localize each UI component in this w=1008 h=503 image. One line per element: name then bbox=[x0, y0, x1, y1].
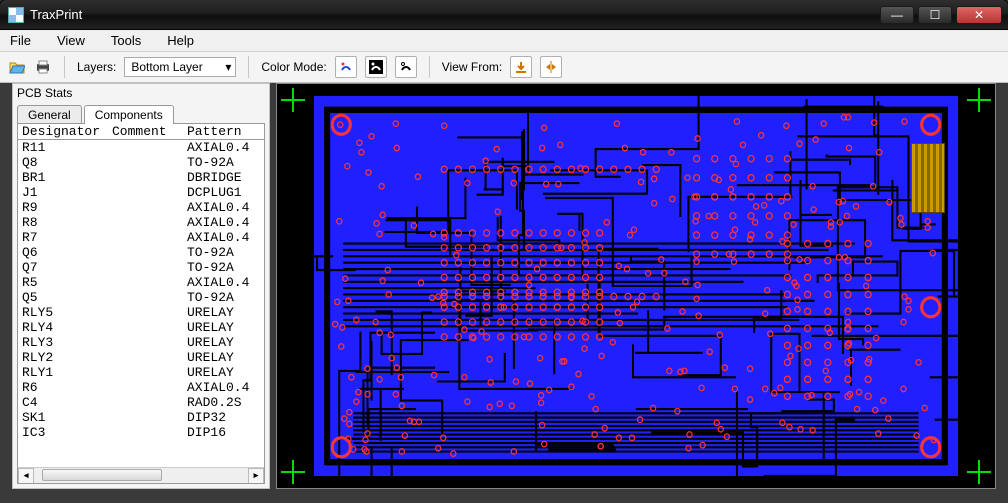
window-title: TraxPrint bbox=[30, 7, 82, 22]
pcb-stats-panel: PCB Stats General Components Designator … bbox=[12, 83, 270, 489]
origin-marker-bl bbox=[281, 460, 305, 484]
table-row[interactable]: R6AXIAL0.4 bbox=[18, 380, 264, 395]
scroll-right-arrow[interactable]: ▸ bbox=[248, 468, 264, 484]
titlebar: TraxPrint — ☐ ✕ bbox=[0, 0, 1008, 30]
tab-components[interactable]: Components bbox=[84, 105, 174, 124]
minimize-button[interactable]: — bbox=[880, 6, 914, 24]
table-row[interactable]: RLY3URELAY bbox=[18, 335, 264, 350]
view-from-label: View From: bbox=[442, 60, 502, 74]
col-pattern[interactable]: Pattern bbox=[187, 124, 260, 139]
pcb-board bbox=[313, 95, 959, 477]
table-row[interactable]: R7AXIAL0.4 bbox=[18, 230, 264, 245]
chevron-down-icon: ▾ bbox=[225, 60, 231, 74]
tab-strip: General Components bbox=[13, 102, 269, 123]
toolbar: Layers: Bottom Layer ▾ Color Mode: View … bbox=[0, 52, 1008, 83]
panel-title: PCB Stats bbox=[13, 84, 269, 102]
menu-file[interactable]: File bbox=[10, 33, 31, 48]
origin-marker-br bbox=[967, 460, 991, 484]
layer-select[interactable]: Bottom Layer ▾ bbox=[124, 57, 236, 77]
layers-label: Layers: bbox=[77, 60, 116, 74]
table-row[interactable]: Q7TO-92A bbox=[18, 260, 264, 275]
table-row[interactable]: R8AXIAL0.4 bbox=[18, 215, 264, 230]
table-row[interactable]: R11AXIAL0.4 bbox=[18, 140, 264, 155]
horizontal-scrollbar[interactable]: ◂ ▸ bbox=[18, 467, 264, 483]
scroll-left-arrow[interactable]: ◂ bbox=[18, 468, 34, 484]
col-designator[interactable]: Designator bbox=[22, 124, 112, 139]
pcb-traces bbox=[313, 95, 959, 477]
origin-marker-tl bbox=[281, 88, 305, 112]
table-row[interactable]: C4RAD0.2S bbox=[18, 395, 264, 410]
color-mode-light-button[interactable] bbox=[335, 56, 357, 78]
table-row[interactable]: IC3DIP16 bbox=[18, 425, 264, 440]
view-from-top-button[interactable] bbox=[510, 56, 532, 78]
view-from-mirror-button[interactable] bbox=[540, 56, 562, 78]
print-icon[interactable] bbox=[34, 58, 52, 76]
maximize-button[interactable]: ☐ bbox=[918, 6, 952, 24]
table-row[interactable]: BR1DBRIDGE bbox=[18, 170, 264, 185]
table-row[interactable]: Q5TO-92A bbox=[18, 290, 264, 305]
pcb-canvas[interactable] bbox=[276, 83, 996, 489]
grid-header: Designator Comment Pattern bbox=[18, 124, 264, 140]
scroll-thumb[interactable] bbox=[42, 469, 162, 481]
origin-marker-tr bbox=[967, 88, 991, 112]
table-row[interactable]: RLY1URELAY bbox=[18, 365, 264, 380]
color-mode-outline-button[interactable] bbox=[395, 56, 417, 78]
table-row[interactable]: J1DCPLUG1 bbox=[18, 185, 264, 200]
menubar: File View Tools Help bbox=[0, 30, 1008, 52]
table-row[interactable]: Q8TO-92A bbox=[18, 155, 264, 170]
col-comment[interactable]: Comment bbox=[112, 124, 187, 139]
tab-general[interactable]: General bbox=[17, 105, 82, 124]
table-row[interactable]: RLY2URELAY bbox=[18, 350, 264, 365]
color-mode-dark-button[interactable] bbox=[365, 56, 387, 78]
table-row[interactable]: RLY4URELAY bbox=[18, 320, 264, 335]
app-icon bbox=[8, 7, 24, 23]
menu-tools[interactable]: Tools bbox=[111, 33, 141, 48]
color-mode-label: Color Mode: bbox=[261, 60, 326, 74]
connector-block bbox=[911, 143, 945, 213]
table-row[interactable]: Q6TO-92A bbox=[18, 245, 264, 260]
table-row[interactable]: R9AXIAL0.4 bbox=[18, 200, 264, 215]
close-button[interactable]: ✕ bbox=[956, 6, 1002, 24]
table-row[interactable]: R5AXIAL0.4 bbox=[18, 275, 264, 290]
open-icon[interactable] bbox=[8, 58, 26, 76]
components-grid[interactable]: Designator Comment Pattern R11AXIAL0.4Q8… bbox=[17, 123, 265, 484]
table-row[interactable]: SK1DIP32 bbox=[18, 410, 264, 425]
menu-help[interactable]: Help bbox=[167, 33, 194, 48]
table-row[interactable]: RLY5URELAY bbox=[18, 305, 264, 320]
menu-view[interactable]: View bbox=[57, 33, 85, 48]
